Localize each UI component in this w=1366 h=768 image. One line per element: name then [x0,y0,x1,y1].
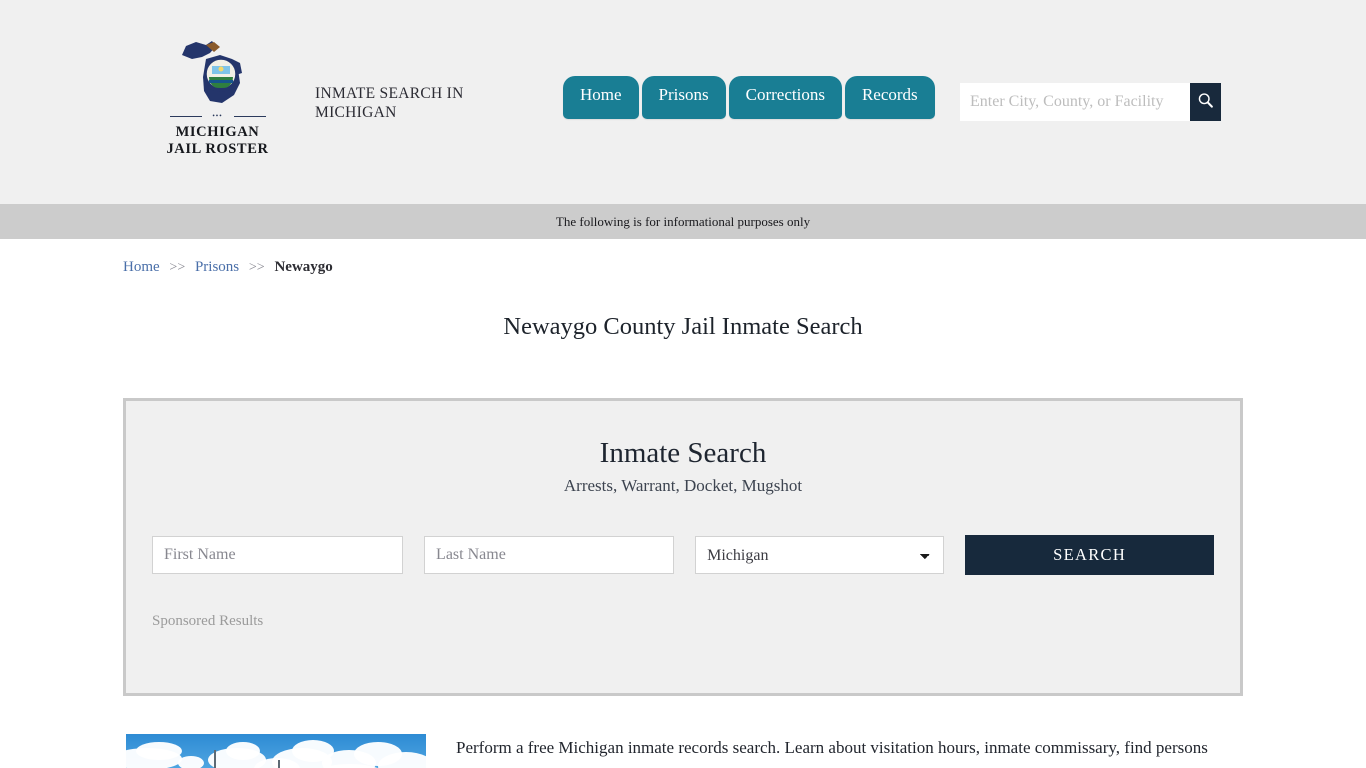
site-header: ••• MICHIGAN JAIL ROSTER INMATE SEARCH I… [0,0,1366,204]
breadcrumb-item-home[interactable]: Home [123,259,160,275]
panel-subtitle: Arrests, Warrant, Docket, Mugshot [563,476,803,495]
sky-photo-image [126,734,426,768]
breadcrumb-item-prisons[interactable]: Prisons [195,259,239,275]
nav-item-records[interactable]: Records [844,76,935,119]
state-select[interactable]: Michigan [695,536,945,574]
main-navigation: Home Prisons Corrections Records [563,76,935,119]
breadcrumb: Home >> Prisons >> Newaygo [123,239,1243,276]
header-search-button[interactable] [1190,83,1221,121]
notice-text: The following is for informational purpo… [555,213,811,229]
site-tagline: INMATE SEARCH IN MICHIGAN [315,85,464,121]
breadcrumb-separator-1: >> [169,260,186,275]
intro-paragraph: Perform a free Michigan inmate records s… [456,738,1208,768]
nav-item-home[interactable]: Home [563,76,639,119]
michigan-state-icon [160,33,275,111]
nav-item-prisons[interactable]: Prisons [641,76,726,119]
panel-title: Inmate Search [599,437,767,469]
last-name-input[interactable] [424,536,675,574]
search-submit-button[interactable]: SEARCH [965,535,1214,575]
breadcrumb-separator-2: >> [248,260,265,275]
sponsored-results-label: Sponsored Results [152,613,264,629]
first-name-input[interactable] [152,536,404,574]
inmate-search-form: Michigan SEARCH [126,535,1240,575]
breadcrumb-item-current: Newaygo [274,259,333,275]
logo-text-line1: MICHIGAN [175,124,260,140]
page-title: Newaygo County Jail Inmate Search [503,313,863,340]
header-search-input[interactable] [960,83,1190,121]
nav-item-corrections[interactable]: Corrections [728,76,842,119]
main-content: Home >> Prisons >> Newaygo Newaygo Count… [0,239,1366,768]
inmate-search-panel: Inmate Search Arrests, Warrant, Docket, … [123,398,1243,696]
header-search-form [960,83,1221,121]
informational-notice-bar: The following is for informational purpo… [0,204,1366,239]
logo-divider: ••• [168,112,268,121]
intro-section: Perform a free Michigan inmate records s… [123,734,1243,768]
site-logo[interactable]: ••• MICHIGAN JAIL ROSTER [160,33,275,158]
search-icon [1197,92,1214,112]
logo-text-line2: JAIL ROSTER [166,141,269,157]
